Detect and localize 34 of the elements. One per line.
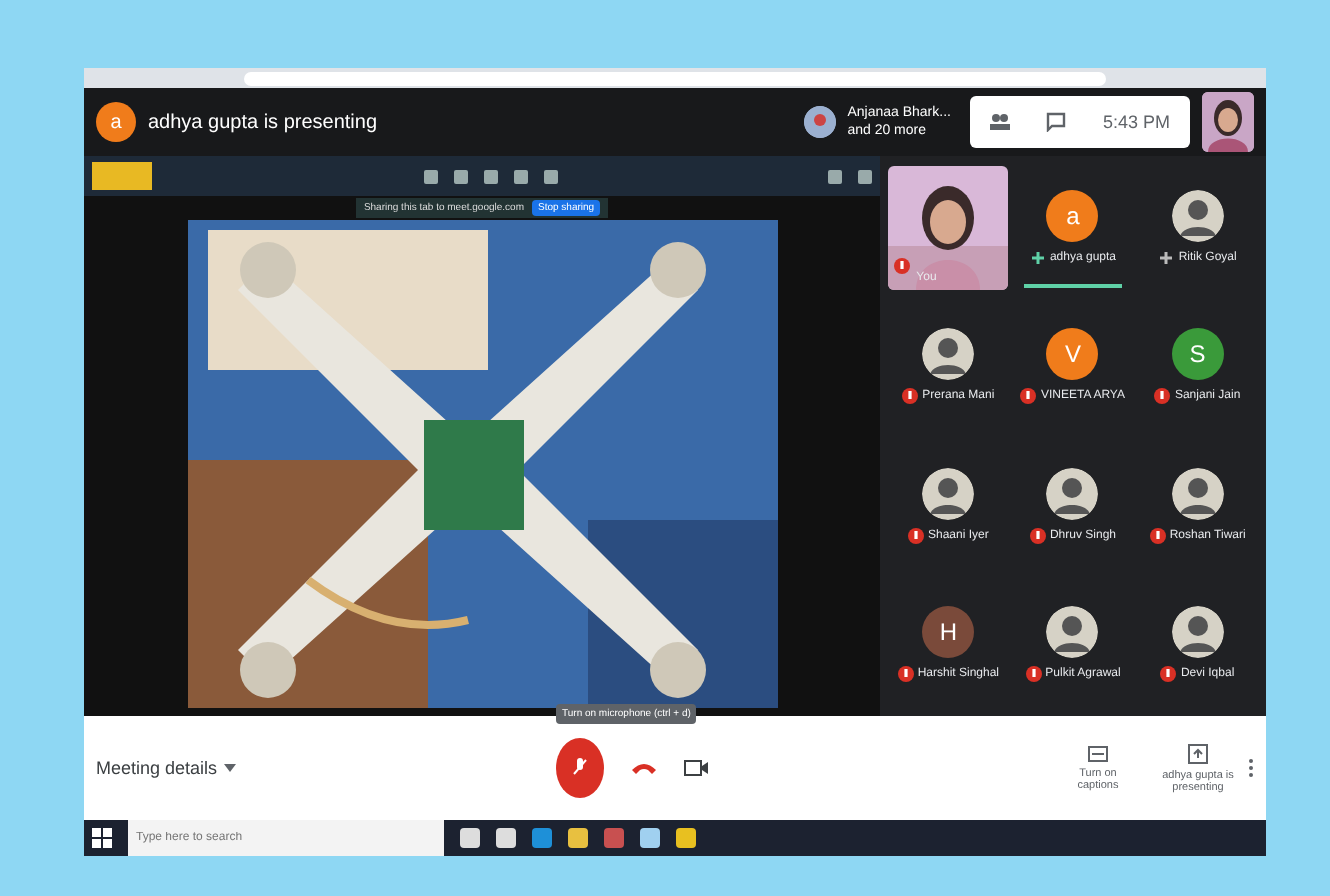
- microphone-button[interactable]: [556, 738, 604, 798]
- clock-time: 5:43 PM: [1102, 112, 1170, 132]
- avatar-icon: [1171, 467, 1224, 520]
- avatar-icon: [922, 328, 975, 381]
- chat-icon[interactable]: [1046, 112, 1067, 132]
- captions-icon: [1088, 745, 1108, 761]
- toolbar-icon[interactable]: [423, 169, 437, 183]
- avatar-letter: a: [1046, 189, 1099, 242]
- caret-icon: [223, 764, 236, 772]
- camera-button[interactable]: [684, 758, 708, 778]
- avatar-icon: [1171, 606, 1224, 659]
- avatar-letter: S: [1171, 328, 1224, 381]
- avatar-icon: [803, 106, 836, 138]
- hang-up-button[interactable]: [632, 762, 656, 774]
- toolbar-icon[interactable]: [828, 169, 842, 183]
- toolbar-icon[interactable]: [543, 169, 557, 183]
- presenting-title: adhya gupta is presenting: [148, 111, 380, 133]
- more-icon[interactable]: [1248, 758, 1254, 778]
- toolbar-icon[interactable]: [513, 169, 527, 183]
- avatar-icon: [1171, 189, 1224, 242]
- avatar-icon: [1046, 467, 1099, 520]
- mic-off-icon: [572, 758, 588, 778]
- presenter-avatar: a: [96, 102, 136, 142]
- avatar-icon: [922, 467, 975, 520]
- toolbar-icon[interactable]: [858, 169, 872, 183]
- people-icon[interactable]: [990, 112, 1011, 132]
- windows-logo-icon[interactable]: [92, 828, 112, 848]
- avatar-icon: [1046, 606, 1099, 659]
- toolbar-icon[interactable]: [453, 169, 467, 183]
- meeting-details[interactable]: Meeting details: [96, 758, 556, 778]
- present-icon: [1188, 743, 1208, 763]
- avatar-letter: V: [1046, 328, 1099, 381]
- toolbar-icon[interactable]: [483, 169, 497, 183]
- avatar-letter: H: [922, 606, 975, 659]
